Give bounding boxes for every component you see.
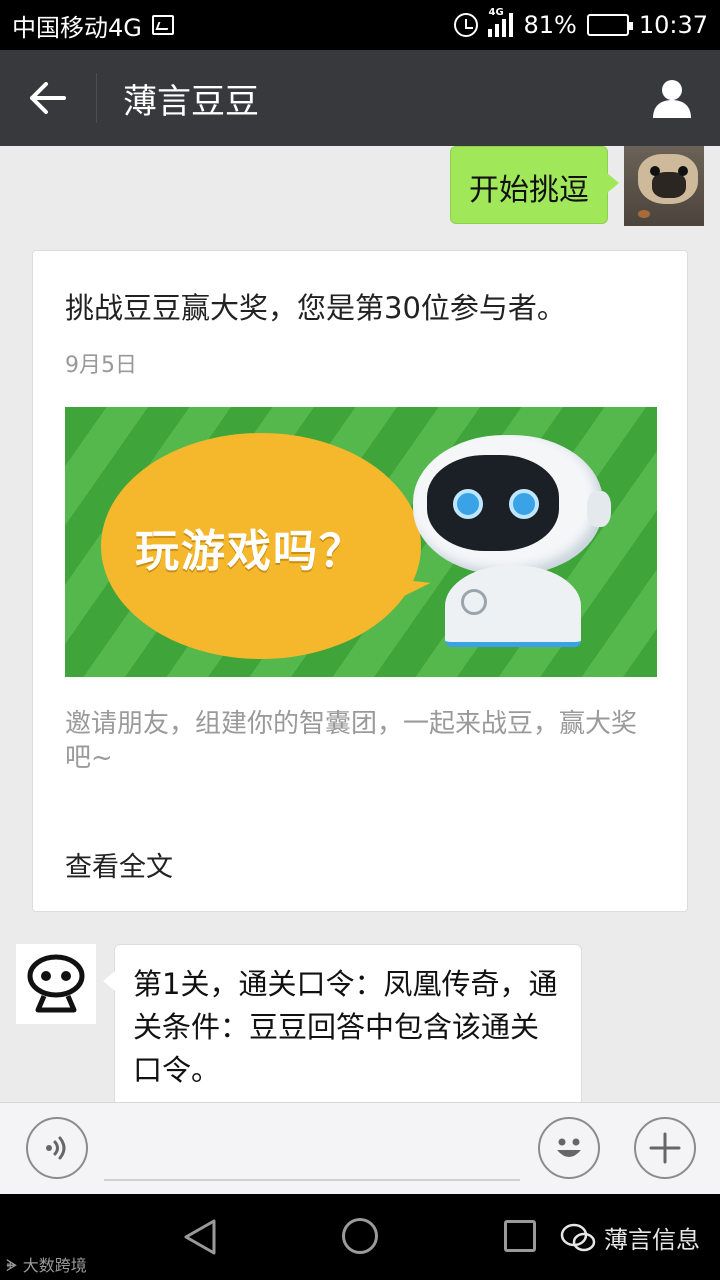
clock: 10:37 bbox=[638, 11, 708, 39]
watermark-left: ᗙ 大数跨境 bbox=[6, 1256, 87, 1275]
header-divider bbox=[96, 73, 97, 123]
watermark-right: 薄言信息 bbox=[560, 1220, 700, 1255]
emoji-button[interactable] bbox=[538, 1117, 600, 1179]
status-bar: 中国移动4G 4G 81% 10:37 bbox=[0, 0, 720, 50]
wechat-icon bbox=[560, 1223, 596, 1251]
chat-info-button[interactable] bbox=[624, 50, 720, 146]
robot-eye-left bbox=[453, 489, 483, 519]
nav-recents-button[interactable] bbox=[504, 1220, 536, 1252]
emoji-icon bbox=[557, 1138, 581, 1157]
article-description: 邀请朋友，组建你的智囊团，一起来战豆，赢大奖吧~ bbox=[65, 709, 638, 773]
bot-avatar[interactable] bbox=[16, 944, 96, 1024]
battery-icon bbox=[586, 14, 633, 36]
chat-header: 薄言豆豆 bbox=[0, 50, 720, 146]
nav-home-button[interactable] bbox=[342, 1218, 378, 1254]
nav-back-button[interactable] bbox=[182, 1218, 218, 1260]
person-icon bbox=[653, 80, 691, 118]
article-title: 挑战豆豆赢大奖，您是第30位参与者。 bbox=[65, 291, 566, 325]
input-bar bbox=[0, 1102, 720, 1194]
bot-face-icon bbox=[27, 954, 85, 1013]
signal-icon: 4G bbox=[488, 7, 514, 37]
outgoing-message: 开始挑逗 bbox=[450, 146, 704, 226]
carrier-label: 中国移动4G bbox=[12, 13, 142, 42]
battery-percent: 81% bbox=[523, 11, 577, 39]
arrow-left-icon bbox=[30, 82, 66, 114]
user-avatar[interactable] bbox=[624, 146, 704, 226]
voice-icon bbox=[46, 1136, 66, 1160]
more-button[interactable] bbox=[634, 1117, 696, 1179]
article-date: 9月5日 bbox=[65, 353, 137, 378]
chat-area[interactable]: 开始挑逗 挑战豆豆赢大奖，您是第30位参与者。 9月5日 玩游戏吗？ 邀请朋友，… bbox=[0, 146, 720, 1102]
page-title: 薄言豆豆 bbox=[123, 81, 259, 122]
incoming-text: 第1关，通关口令：凤凰传奇，通关条件：豆豆回答中包含该通关口令。 bbox=[133, 967, 558, 1087]
incoming-bubble[interactable]: 第1关，通关口令：凤凰传奇，通关条件：豆豆回答中包含该通关口令。 bbox=[103, 944, 582, 1102]
alarm-icon bbox=[454, 13, 479, 37]
back-button[interactable] bbox=[0, 50, 96, 146]
banner-text: 玩游戏吗？ bbox=[135, 526, 365, 577]
network-type-badge: 4G bbox=[488, 7, 504, 18]
watermark-logo-icon: ᗙ bbox=[6, 1256, 23, 1275]
triangle-back-icon bbox=[184, 1219, 216, 1255]
robot-head bbox=[413, 435, 611, 575]
outgoing-bubble[interactable]: 开始挑逗 bbox=[450, 146, 619, 224]
treat bbox=[638, 210, 650, 218]
plus-icon bbox=[649, 1132, 681, 1164]
robot-body bbox=[445, 565, 581, 647]
outgoing-text: 开始挑逗 bbox=[469, 173, 589, 208]
read-full-article-link[interactable]: 查看全文 bbox=[65, 845, 173, 884]
article-banner-image: 玩游戏吗？ bbox=[65, 407, 657, 677]
image-notification-icon bbox=[151, 15, 174, 35]
article-card[interactable]: 挑战豆豆赢大奖，您是第30位参与者。 9月5日 玩游戏吗？ 邀请朋友，组建你的智… bbox=[32, 250, 688, 912]
system-nav-bar: ᗙ 大数跨境 薄言信息 bbox=[0, 1194, 720, 1280]
robot-eye-right bbox=[509, 489, 539, 519]
voice-button[interactable] bbox=[26, 1117, 88, 1179]
message-input[interactable] bbox=[104, 1121, 520, 1181]
incoming-message: 第1关，通关口令：凤凰传奇，通关条件：豆豆回答中包含该通关口令。 bbox=[16, 944, 582, 1102]
dog-muzzle bbox=[652, 172, 686, 198]
